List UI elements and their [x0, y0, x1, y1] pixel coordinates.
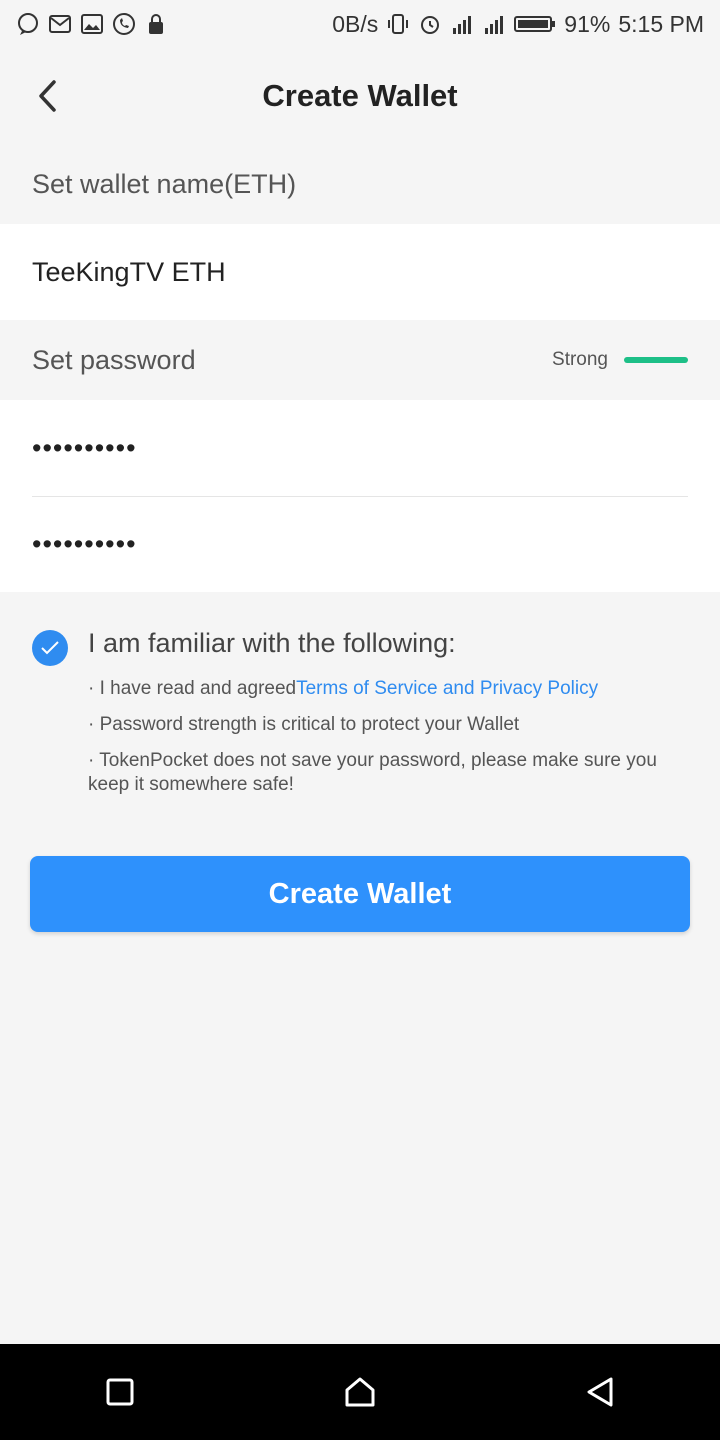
terms-section: I am familiar with the following: · I ha…	[0, 592, 720, 809]
battery-icon	[514, 16, 556, 32]
password-input[interactable]	[32, 432, 688, 464]
terms-line-agree-prefix: · I have read and agreed	[88, 678, 297, 699]
back-icon	[587, 1377, 613, 1407]
confirm-password-input[interactable]	[32, 529, 688, 560]
password-label: Set password	[32, 344, 196, 375]
mail-icon	[49, 15, 71, 33]
back-nav-button[interactable]	[552, 1344, 648, 1440]
signal-icon	[485, 16, 504, 34]
terms-link[interactable]: Terms of Service and Privacy Policy	[296, 678, 598, 699]
status-left-icons	[16, 12, 168, 36]
wallet-name-label: Set wallet name(ETH)	[32, 168, 297, 199]
battery-percent: 91%	[564, 10, 611, 37]
back-button[interactable]	[24, 72, 72, 120]
home-button[interactable]	[312, 1344, 408, 1440]
password-strength: Strong	[552, 349, 688, 371]
wallet-name-field	[0, 224, 720, 320]
chevron-left-icon	[39, 80, 56, 112]
signal-icon	[453, 16, 472, 34]
page-title: Create Wallet	[262, 78, 458, 113]
image-icon	[81, 14, 103, 34]
strength-label: Strong	[552, 349, 608, 370]
whatsapp-icon	[113, 13, 135, 35]
terms-heading: I am familiar with the following:	[88, 628, 456, 658]
recent-apps-button[interactable]	[72, 1344, 168, 1440]
strength-bar	[624, 357, 688, 363]
net-speed: 0B/s	[332, 10, 379, 37]
nav-bar	[0, 1344, 720, 1440]
password-fields	[0, 400, 720, 592]
status-bar: 0B/s 91% 5:15 PM	[0, 0, 720, 48]
wallet-name-input[interactable]	[32, 256, 688, 288]
vibrate-icon	[388, 14, 409, 34]
status-right-icons: 0B/s 91% 5:15 PM	[332, 11, 704, 38]
home-icon	[345, 1377, 375, 1407]
header: Create Wallet	[0, 48, 720, 144]
terms-line-strength: · Password strength is critical to prote…	[88, 714, 520, 735]
terms-body: I am familiar with the following: · I ha…	[88, 628, 688, 809]
confirm-password-field-row	[32, 496, 688, 592]
chat-bubble-icon	[18, 13, 38, 35]
create-wallet-button[interactable]: Create Wallet	[30, 856, 690, 932]
alarm-icon	[421, 16, 440, 34]
password-label-row: Set password Strong	[0, 320, 720, 400]
recent-apps-icon	[106, 1378, 134, 1406]
terms-line-agree: · I have read and agreedTerms of Service…	[88, 677, 688, 701]
terms-line-save: · TokenPocket does not save your passwor…	[88, 750, 657, 795]
checkmark-icon	[41, 641, 59, 655]
password-field-row	[32, 400, 688, 496]
clock: 5:15 PM	[618, 10, 704, 37]
terms-checkbox[interactable]	[32, 630, 68, 666]
lock-icon	[149, 14, 163, 34]
